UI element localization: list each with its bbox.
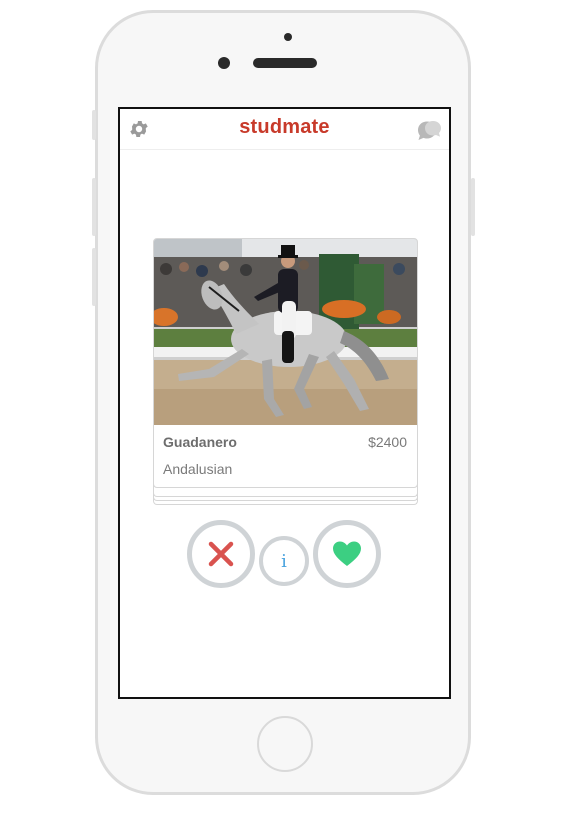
horse-name: Guadanero: [163, 434, 237, 450]
app-logo: studmate: [239, 116, 330, 138]
camera: [284, 33, 292, 41]
dressage-horse-photo: [154, 239, 417, 425]
info-icon: i: [281, 550, 287, 572]
volume-up-button: [92, 178, 96, 236]
volume-down-button: [92, 248, 96, 306]
top-bar: studmate: [120, 109, 449, 150]
dislike-button[interactable]: [187, 520, 255, 588]
info-button[interactable]: i: [259, 536, 309, 586]
earpiece-speaker: [253, 58, 317, 68]
like-button[interactable]: [313, 520, 381, 588]
close-x-icon: [208, 541, 234, 567]
app-screen: studmate Guadanero $2400 Andalusian i: [118, 107, 451, 699]
power-button: [471, 178, 475, 236]
horse-price: $2400: [368, 434, 407, 450]
card-stack: Guadanero $2400 Andalusian: [153, 238, 418, 505]
horse-card[interactable]: Guadanero $2400 Andalusian: [153, 238, 418, 488]
chat-bubbles-icon[interactable]: [415, 117, 441, 143]
home-button[interactable]: [257, 716, 313, 772]
mute-switch: [92, 110, 96, 140]
front-sensor: [218, 57, 230, 69]
heart-icon: [333, 541, 361, 566]
horse-breed: Andalusian: [163, 461, 233, 477]
